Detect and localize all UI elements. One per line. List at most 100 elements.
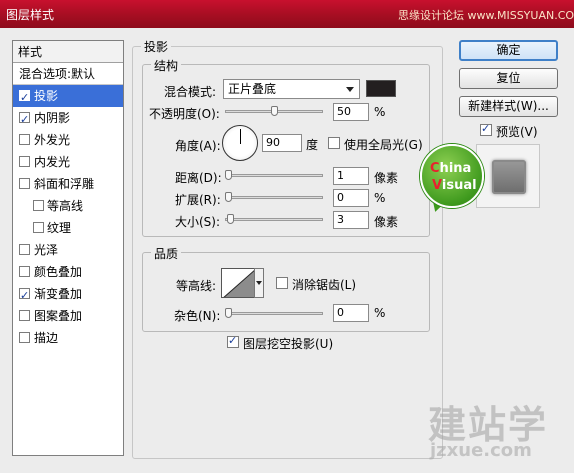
- style-item[interactable]: 内阴影: [13, 107, 123, 131]
- quality-title: 品质: [151, 245, 182, 262]
- angle-unit: 度: [306, 138, 319, 152]
- style-checkbox[interactable]: [19, 266, 30, 277]
- angle-label: 角度(A):: [175, 139, 221, 153]
- style-item[interactable]: 渐变叠加: [13, 283, 123, 307]
- noise-input[interactable]: 0: [333, 304, 369, 322]
- style-item-label: 斜面和浮雕: [34, 177, 95, 191]
- style-checkbox[interactable]: [33, 222, 44, 233]
- distance-unit: 像素: [374, 171, 399, 185]
- style-item-label: 图案叠加: [34, 309, 83, 323]
- window-title: 图层样式: [6, 8, 55, 22]
- shadow-section-title: 投影: [141, 38, 172, 55]
- noise-slider-track[interactable]: [225, 312, 323, 315]
- chevron-down-icon: [346, 87, 354, 92]
- style-item[interactable]: 投影: [13, 85, 123, 109]
- size-slider-thumb[interactable]: [226, 214, 234, 224]
- style-checkbox[interactable]: [19, 156, 30, 167]
- spread-slider-track[interactable]: [225, 196, 323, 199]
- noise-slider-thumb[interactable]: [225, 308, 232, 318]
- style-item-label: 投影: [34, 89, 59, 103]
- preview-thumbnail: [492, 160, 526, 194]
- opacity-input[interactable]: 50: [333, 103, 369, 121]
- style-checkbox[interactable]: [19, 109, 30, 131]
- ok-button[interactable]: 确定: [459, 40, 558, 61]
- badge-line1: China: [430, 161, 472, 176]
- style-item[interactable]: 内发光: [13, 151, 123, 173]
- style-checkbox[interactable]: [19, 332, 30, 343]
- style-item-label: 内发光: [34, 155, 71, 169]
- title-bar: 图层样式 思缘设计论坛 www.MISSYUAN.COM: [0, 0, 574, 28]
- style-checkbox[interactable]: [33, 200, 44, 211]
- spread-label: 扩展(R):: [175, 193, 221, 207]
- style-checkbox[interactable]: [19, 310, 30, 321]
- noise-label: 杂色(N):: [174, 309, 221, 323]
- contour-curve-icon: [223, 270, 254, 297]
- style-preview: [476, 144, 540, 208]
- style-item[interactable]: 纹理: [13, 217, 123, 239]
- style-item[interactable]: 描边: [13, 327, 123, 349]
- distance-slider-thumb[interactable]: [225, 170, 232, 180]
- distance-input[interactable]: 1: [333, 167, 369, 185]
- spread-slider-thumb[interactable]: [225, 192, 232, 202]
- style-item[interactable]: 等高线: [13, 195, 123, 217]
- opacity-slider-thumb[interactable]: [270, 106, 278, 116]
- size-unit: 像素: [374, 215, 399, 229]
- style-item-label: 光泽: [34, 243, 59, 257]
- style-item[interactable]: 外发光: [13, 129, 123, 151]
- style-item-label: 颜色叠加: [34, 265, 83, 279]
- knockout-checkbox[interactable]: [227, 334, 239, 348]
- style-item-label: 等高线: [47, 199, 84, 213]
- knockout-label: 图层挖空投影(U): [243, 337, 334, 351]
- contour-dropdown-button[interactable]: [254, 268, 264, 298]
- blend-options-item[interactable]: 混合选项:默认: [13, 63, 123, 85]
- contour-picker[interactable]: [221, 268, 255, 298]
- style-item-label: 内阴影: [34, 111, 71, 125]
- size-label: 大小(S):: [175, 215, 221, 229]
- distance-slider-track[interactable]: [225, 174, 323, 177]
- structure-title: 结构: [151, 57, 182, 74]
- opacity-label: 不透明度(O):: [149, 107, 220, 121]
- angle-dial[interactable]: [222, 125, 258, 161]
- style-item-label: 外发光: [34, 133, 71, 147]
- global-light-label: 使用全局光(G): [344, 138, 423, 152]
- blend-mode-label: 混合模式:: [164, 85, 217, 99]
- style-item-label: 纹理: [47, 221, 72, 235]
- spread-input[interactable]: 0: [333, 189, 369, 207]
- contour-label: 等高线:: [176, 279, 217, 293]
- blend-options-label: 混合选项:默认: [19, 67, 96, 81]
- chevron-down-icon: [256, 281, 262, 285]
- distance-label: 距离(D):: [175, 171, 222, 185]
- style-item-label: 描边: [34, 331, 59, 345]
- size-slider-track[interactable]: [225, 218, 323, 221]
- style-checkbox[interactable]: [19, 244, 30, 255]
- jzxue-url-watermark: jzxue.com: [430, 440, 532, 461]
- size-input[interactable]: 3: [333, 211, 369, 229]
- style-item-label: 渐变叠加: [34, 287, 83, 301]
- shadow-color-swatch[interactable]: [366, 80, 396, 97]
- badge-line2: Visual: [432, 178, 477, 193]
- angle-input[interactable]: 90: [262, 134, 302, 152]
- opacity-unit: %: [374, 105, 386, 119]
- style-item[interactable]: 颜色叠加: [13, 261, 123, 283]
- noise-unit: %: [374, 306, 386, 320]
- style-item[interactable]: 斜面和浮雕: [13, 173, 123, 195]
- style-checkbox[interactable]: [19, 178, 30, 189]
- style-item[interactable]: 光泽: [13, 239, 123, 261]
- spread-unit: %: [374, 191, 386, 205]
- style-checkbox[interactable]: [19, 87, 30, 109]
- style-checkbox[interactable]: [19, 134, 30, 145]
- style-list-header[interactable]: 样式: [13, 41, 123, 63]
- blend-mode-value: 正片叠底: [228, 82, 277, 96]
- new-style-button[interactable]: 新建样式(W)...: [459, 96, 558, 117]
- style-checkbox[interactable]: [19, 285, 30, 307]
- blend-mode-select[interactable]: 正片叠底: [223, 79, 360, 99]
- anti-alias-checkbox[interactable]: [276, 277, 288, 289]
- style-item[interactable]: 图案叠加: [13, 305, 123, 327]
- anti-alias-label: 消除锯齿(L): [292, 278, 357, 292]
- angle-indicator: [240, 129, 241, 144]
- global-light-checkbox[interactable]: [328, 137, 340, 149]
- preview-checkbox[interactable]: [480, 122, 492, 136]
- china-visual-badge: [420, 144, 484, 208]
- style-list: 样式 混合选项:默认 投影内阴影外发光内发光斜面和浮雕等高线纹理光泽颜色叠加渐变…: [12, 40, 124, 456]
- reset-button[interactable]: 复位: [459, 68, 558, 89]
